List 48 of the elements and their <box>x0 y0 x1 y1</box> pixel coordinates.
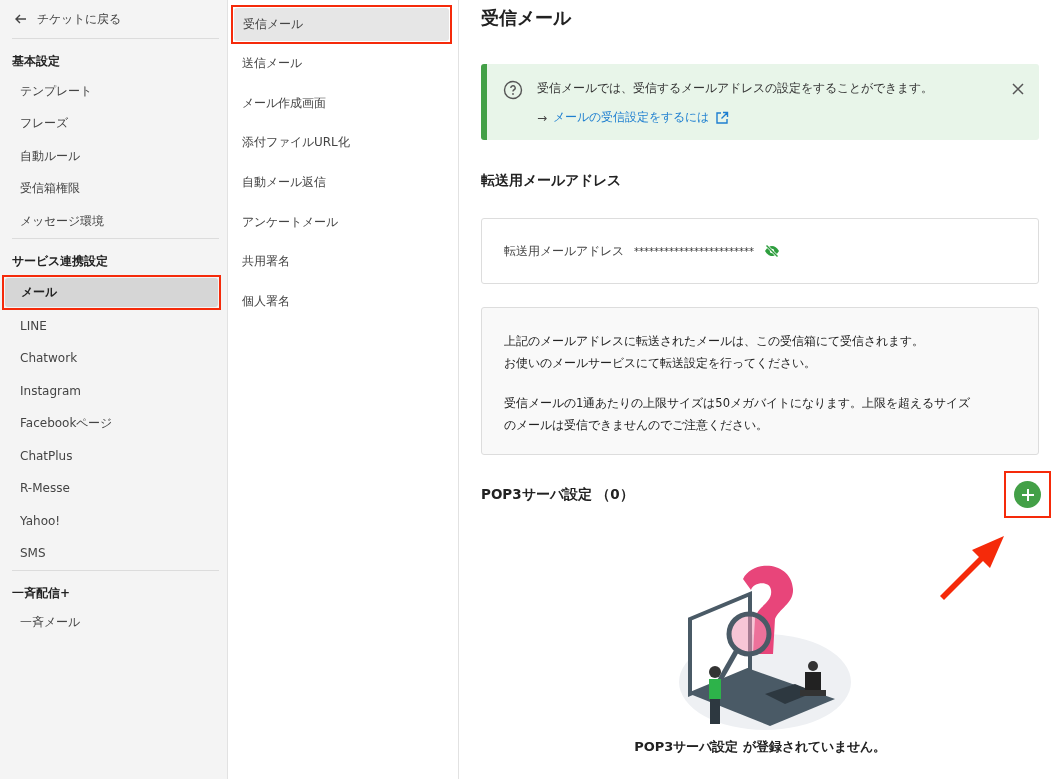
submenu-item[interactable]: 受信メール <box>234 8 449 41</box>
submenu-item[interactable]: 個人署名 <box>233 281 450 322</box>
sidebar-item[interactable]: 一斉メール <box>4 606 219 639</box>
close-icon[interactable] <box>1011 82 1025 96</box>
section-heading: 基本設定 <box>11 53 61 70</box>
submenu-item[interactable]: 添付ファイルURL化 <box>233 123 450 163</box>
external-link-icon <box>715 110 730 125</box>
masked-address: ************************ <box>634 245 754 257</box>
help-icon <box>503 80 523 100</box>
plus-icon <box>1020 487 1035 502</box>
empty-state-message: POP3サーバ設定 が登録されていません。 <box>634 738 886 756</box>
sidebar-item[interactable]: Instagram <box>4 374 219 407</box>
note-text: 上記のメールアドレスに転送されたメールは、この受信箱にて受信されます。 <box>504 333 925 350</box>
submenu-item[interactable]: 送信メール <box>233 44 450 84</box>
arrow-glyph: → <box>537 110 548 125</box>
note-text: お使いのメールサービスにて転送設定を行ってください。 <box>504 355 817 372</box>
sidebar-item[interactable]: LINE <box>4 309 219 342</box>
sidebar-item[interactable]: Chatwork <box>4 342 219 375</box>
field-label: 転送用メールアドレス <box>504 243 624 259</box>
sidebar-item[interactable]: R-Messe <box>4 472 219 505</box>
back-link-label: チケットに戻る <box>37 10 121 28</box>
submenu-item[interactable]: 自動メール返信 <box>233 162 450 203</box>
sidebar-item[interactable]: 受信箱権限 <box>4 172 219 205</box>
sidebar-item[interactable]: SMS <box>4 537 219 570</box>
info-text: 受信メールでは、受信するメールアドレスの設定をすることができます。 <box>537 80 934 97</box>
hidden-eye-icon[interactable] <box>764 244 780 258</box>
page-title: 受信メール <box>481 6 573 30</box>
help-link[interactable]: メールの受信設定をするには <box>553 109 710 126</box>
note-text: のメールは受信できませんのでご注意ください。 <box>504 417 769 434</box>
section-heading: 一斉配信+ <box>11 584 72 602</box>
section-heading: サービス連携設定 <box>11 252 109 270</box>
sidebar-item[interactable]: Facebookページ <box>4 407 219 440</box>
sidebar-item[interactable]: メール <box>5 277 218 307</box>
note-text: 受信メールの1通あたりの上限サイズは50メガバイトになります。上限を超えるサイズ <box>504 395 971 412</box>
sidebar-item[interactable]: メッセージ環境 <box>4 205 219 238</box>
add-button[interactable] <box>1014 481 1041 508</box>
sidebar-item[interactable]: Yahoo! <box>4 504 219 537</box>
submenu-item[interactable]: アンケートメール <box>233 202 450 242</box>
sidebar-item[interactable]: フレーズ <box>4 107 219 140</box>
sidebar-item[interactable]: ChatPlus <box>4 439 219 472</box>
section-heading: 転送用メールアドレス <box>481 172 622 190</box>
sidebar-item[interactable]: 自動ルール <box>4 140 219 173</box>
back-link[interactable]: チケットに戻る <box>4 0 219 38</box>
sidebar-item[interactable]: テンプレート <box>4 75 219 108</box>
submenu-item[interactable]: 共用署名 <box>233 241 450 282</box>
back-arrow-icon <box>14 12 28 26</box>
submenu-item[interactable]: メール作成画面 <box>233 83 450 124</box>
section-heading: POP3サーバ設定 （0） <box>481 485 634 504</box>
